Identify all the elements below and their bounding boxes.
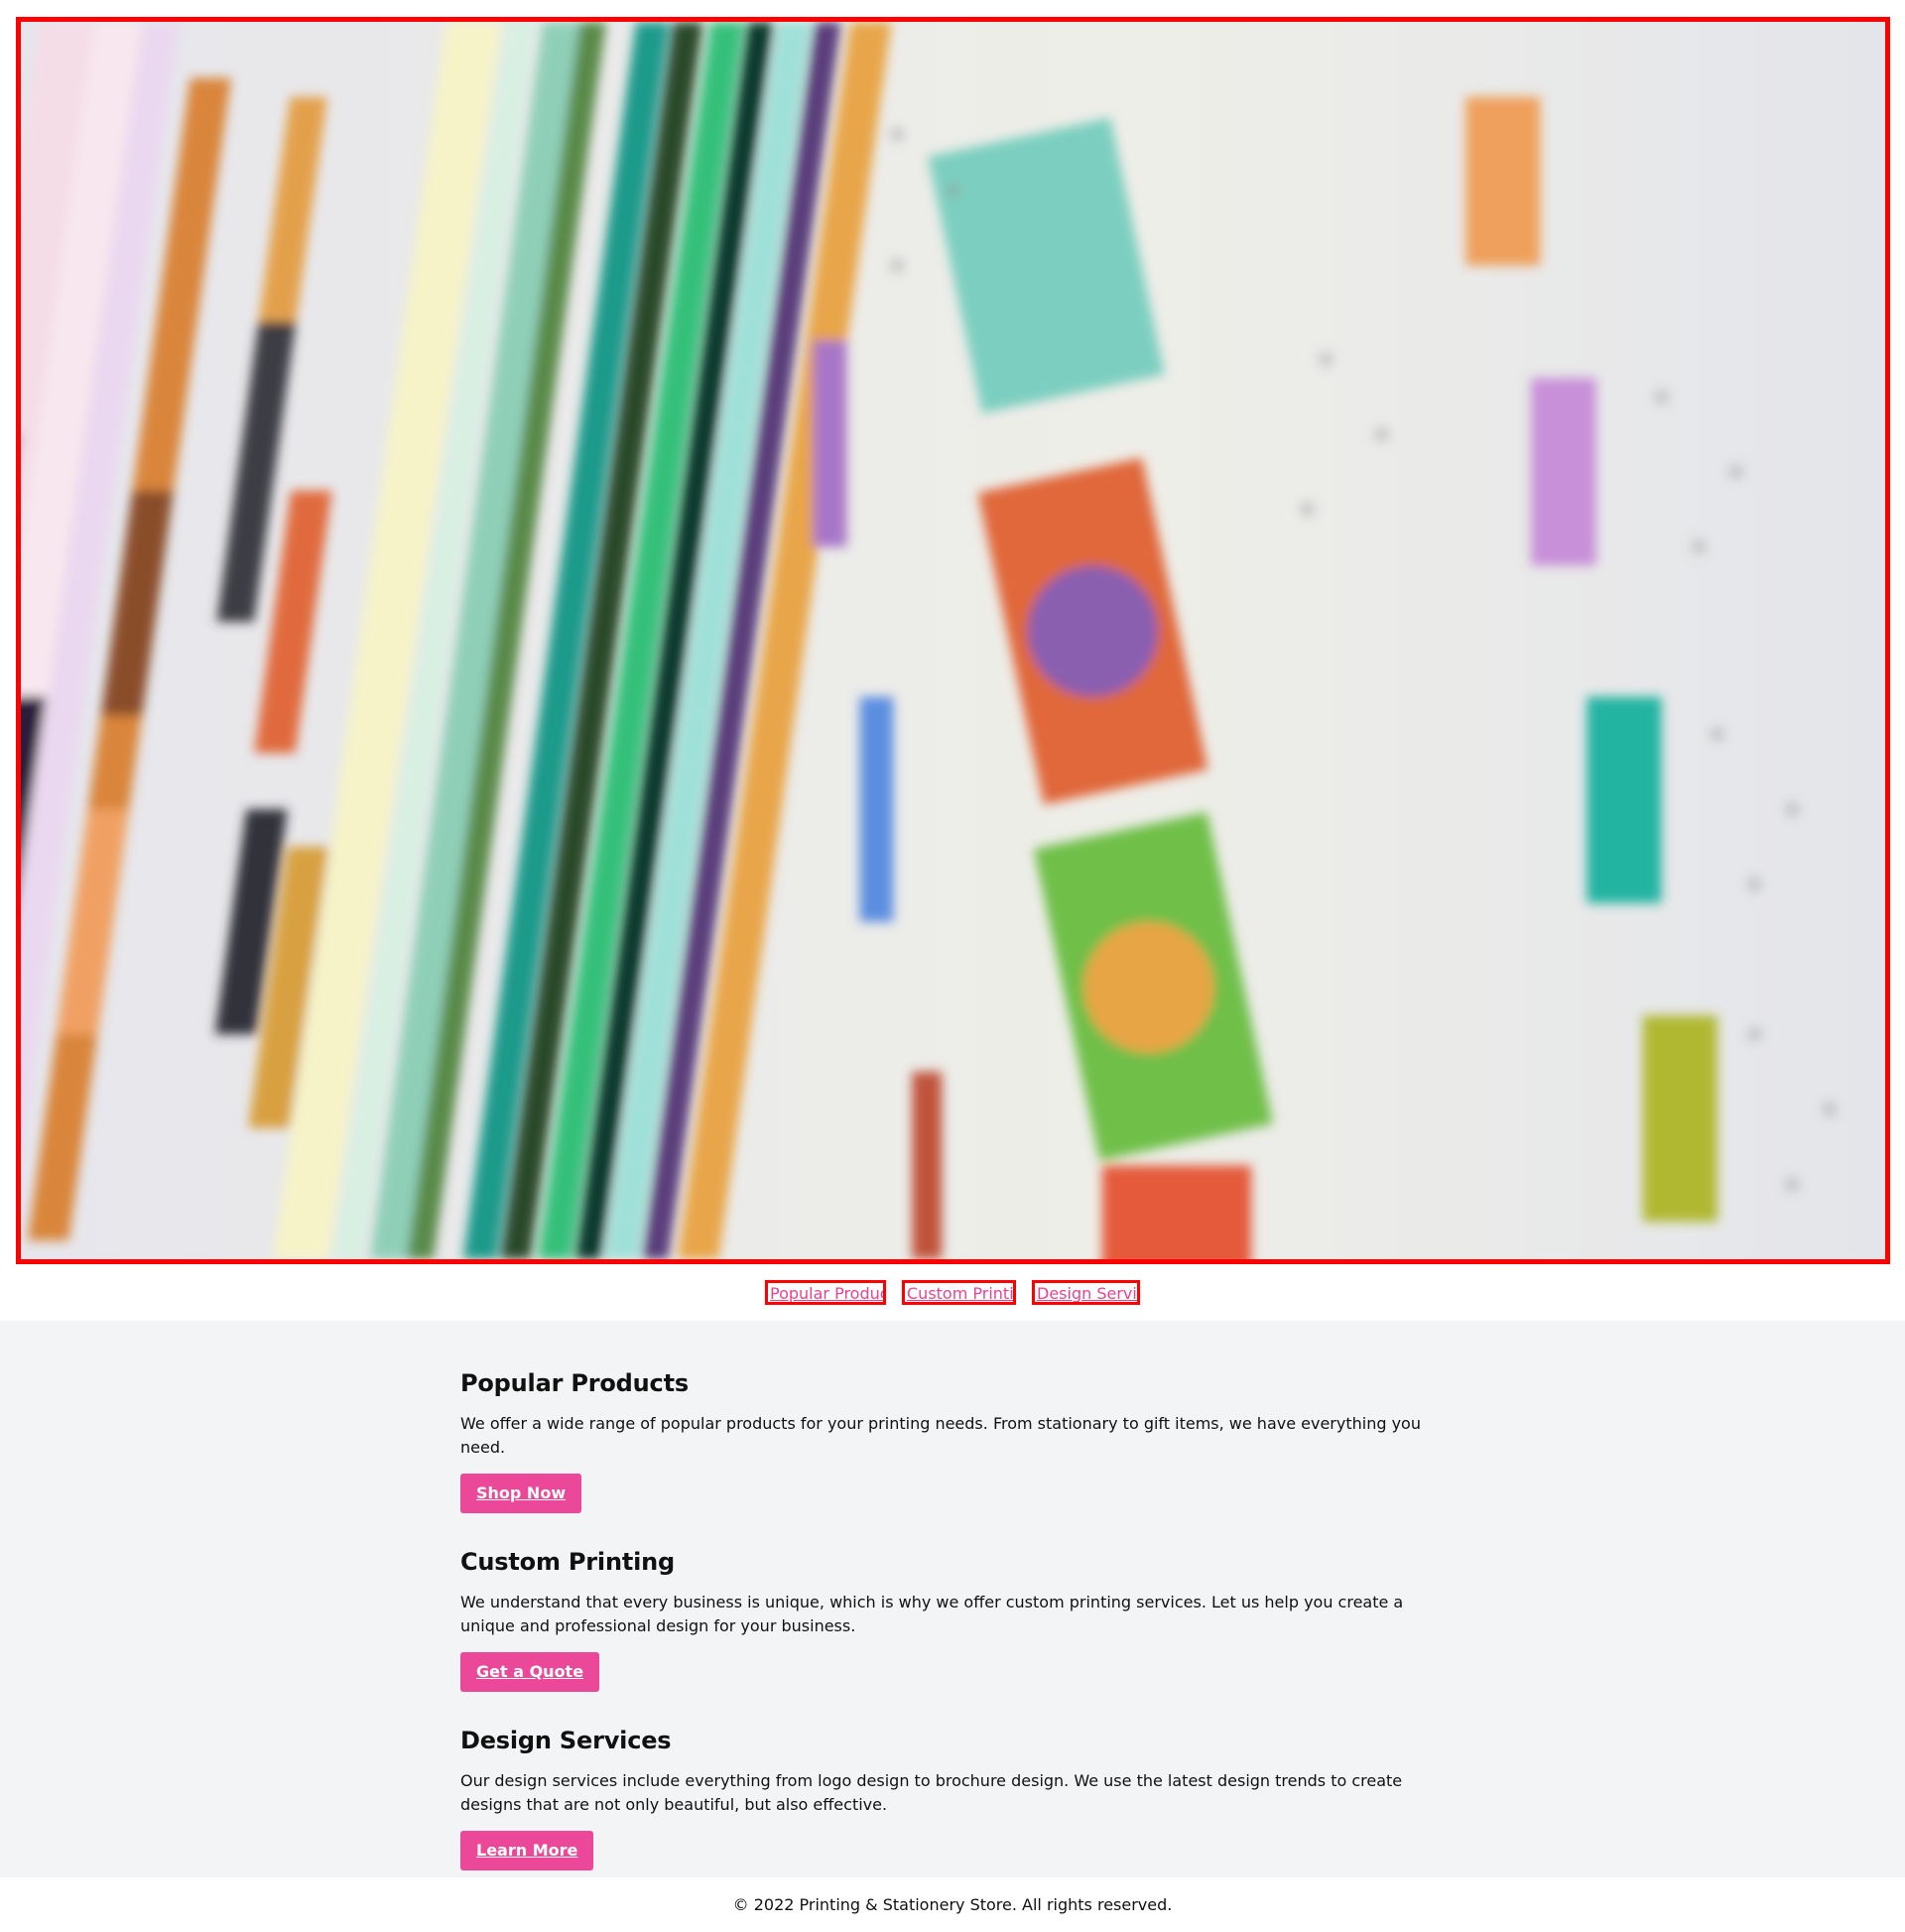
learn-more-button[interactable]: Learn More [460,1831,594,1870]
link-design-services[interactable]: Design Services [1032,1280,1140,1305]
shop-now-button[interactable]: Shop Now [460,1474,582,1513]
section-description: We understand that every business is uni… [460,1593,1404,1635]
hero-image [16,17,1890,1264]
link-popular-products[interactable]: Popular Products [765,1280,886,1305]
section-title: Custom Printing [460,1548,676,1576]
section-title: Popular Products [460,1369,689,1397]
section-description: Our design services include everything f… [460,1771,1403,1814]
color-swatch-photo [21,22,1885,1259]
section-description: We offer a wide range of popular product… [460,1414,1421,1457]
section-popular-products: Popular Products We offer a wide range o… [460,1368,1445,1513]
main-content: Popular Products We offer a wide range o… [0,1321,1905,1877]
section-custom-printing: Custom Printing We understand that every… [460,1547,1445,1692]
copyright-text: © 2022 Printing & Stationery Store. All … [732,1895,1173,1914]
get-a-quote-button[interactable]: Get a Quote [460,1652,600,1692]
section-design-services: Design Services Our design services incl… [460,1726,1445,1870]
footer: © 2022 Printing & Stationery Store. All … [0,1877,1905,1932]
link-custom-printing[interactable]: Custom Printing [902,1280,1016,1305]
section-title: Design Services [460,1727,672,1754]
section-links: Popular Products Custom Printing Design … [0,1264,1905,1321]
